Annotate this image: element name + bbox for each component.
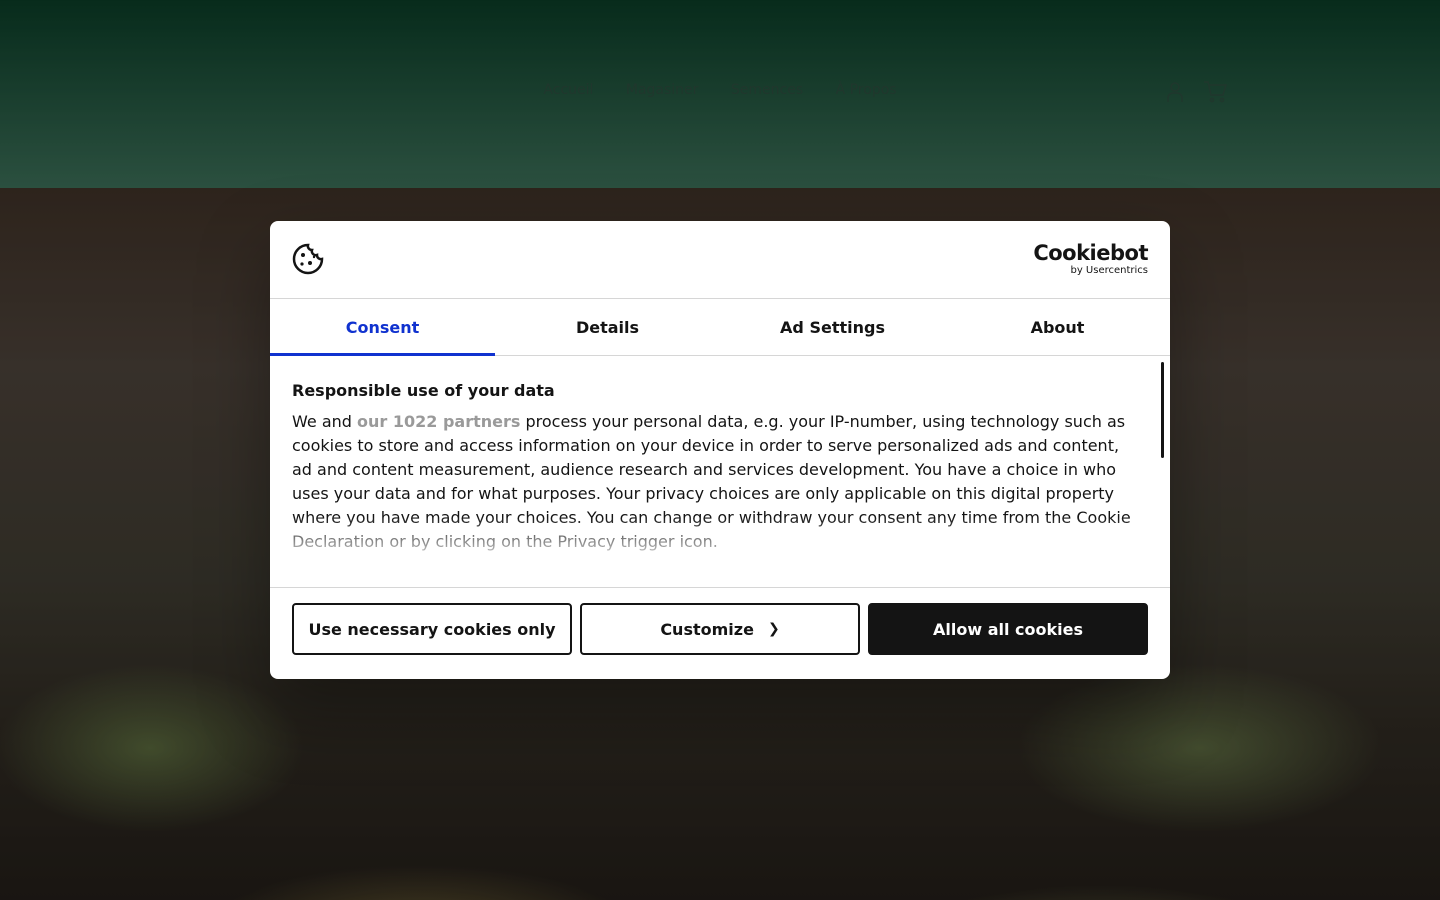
cookiebot-logo[interactable]: Cookiebot by Usercentrics [1033, 243, 1148, 276]
chevron-right-icon: ❯ [767, 621, 780, 637]
dialog-tabs: Consent Details Ad Settings About [270, 299, 1170, 356]
cookie-consent-dialog: Cookiebot by Usercentrics Consent Detail… [270, 221, 1170, 679]
cookie-icon [292, 243, 324, 275]
tab-about[interactable]: About [945, 299, 1170, 355]
content-fade [270, 517, 1170, 587]
necessary-cookies-button[interactable]: Use necessary cookies only [292, 603, 572, 655]
content-scrollbar[interactable] [1161, 362, 1164, 458]
allow-all-cookies-button[interactable]: Allow all cookies [868, 603, 1148, 655]
dialog-footer: Use necessary cookies only Customize ❯ Al… [270, 587, 1170, 679]
partners-link[interactable]: our 1022 partners [357, 412, 520, 431]
customize-button[interactable]: Customize ❯ [580, 603, 860, 655]
tab-ad-settings[interactable]: Ad Settings [720, 299, 945, 355]
dialog-header: Cookiebot by Usercentrics [270, 221, 1170, 299]
consent-content[interactable]: Responsible use of your data We and our … [270, 356, 1170, 587]
consent-heading: Responsible use of your data [292, 381, 555, 400]
tab-details[interactable]: Details [495, 299, 720, 355]
tab-consent[interactable]: Consent [270, 299, 495, 356]
